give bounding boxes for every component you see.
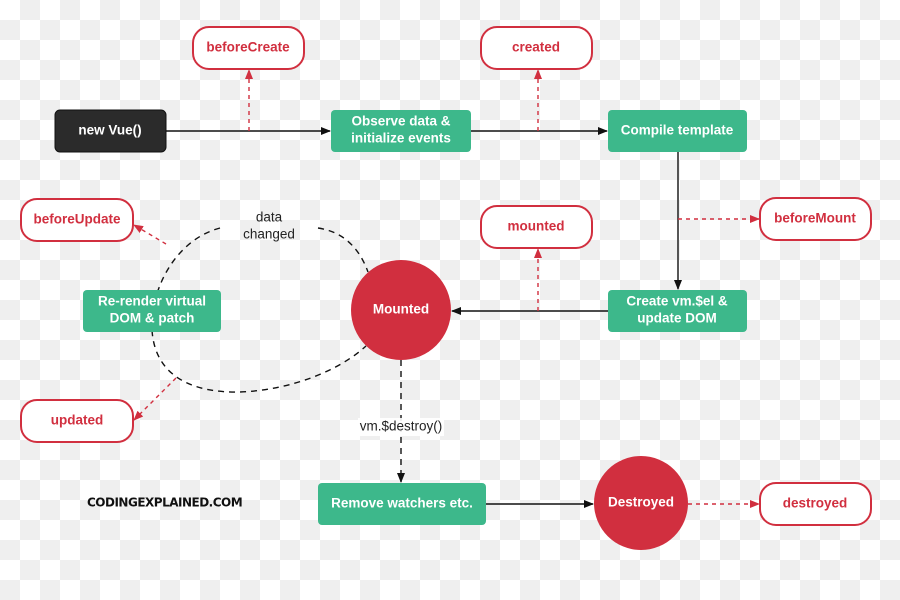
svg-text:Re-render virtual: Re-render virtual	[98, 294, 206, 309]
svg-text:DOM & patch: DOM & patch	[110, 311, 195, 326]
hook-before-update: beforeUpdate	[20, 198, 134, 242]
svg-text:Create vm.$el &: Create vm.$el &	[626, 294, 728, 309]
svg-text:Destroyed: Destroyed	[608, 495, 674, 510]
hook-destroyed: destroyed	[759, 482, 872, 526]
node-observe-data: Observe data & initialize events	[331, 110, 471, 152]
hook-mounted: mounted	[480, 205, 593, 249]
node-rerender: Re-render virtual DOM & patch	[83, 290, 221, 332]
node-create-el: Create vm.$el & update DOM	[608, 290, 747, 332]
svg-text:created: created	[512, 40, 560, 55]
svg-text:beforeUpdate: beforeUpdate	[33, 212, 121, 227]
svg-text:Observe data &: Observe data &	[351, 114, 450, 129]
data-changed-label-line2: changed	[243, 227, 295, 242]
svg-text:beforeMount: beforeMount	[774, 211, 856, 226]
svg-text:new Vue(): new Vue()	[78, 123, 141, 138]
vue-lifecycle-diagram: new Vue() Observe data & initialize even…	[20, 26, 872, 550]
data-changed-label-line1: data	[256, 210, 283, 225]
edge-update-loop-top	[317, 227, 369, 273]
hook-updated: updated	[20, 399, 134, 443]
svg-text:updated: updated	[51, 413, 104, 428]
svg-text:initialize events: initialize events	[351, 131, 451, 146]
hook-before-create: beforeCreate	[192, 26, 305, 70]
node-compile-template: Compile template	[608, 110, 747, 152]
hook-before-mount: beforeMount	[759, 197, 872, 241]
state-mounted: Mounted	[351, 260, 451, 360]
edge-before-update	[133, 224, 167, 245]
svg-text:Compile template: Compile template	[621, 123, 734, 138]
svg-text:destroyed: destroyed	[783, 496, 848, 511]
node-remove-watchers: Remove watchers etc.	[318, 483, 486, 525]
svg-text:update DOM: update DOM	[637, 311, 717, 326]
hook-created: created	[480, 26, 593, 70]
svg-text:Remove watchers etc.: Remove watchers etc.	[331, 496, 473, 511]
svg-text:beforeCreate: beforeCreate	[206, 40, 290, 55]
state-destroyed: Destroyed	[594, 456, 688, 550]
svg-text:Mounted: Mounted	[373, 302, 429, 317]
svg-text:mounted: mounted	[508, 219, 565, 234]
destroy-call-label: vm.$destroy()	[360, 419, 443, 434]
watermark: CODINGEXPLAINED.COM	[87, 496, 242, 510]
edge-updated	[133, 377, 177, 421]
node-new-vue: new Vue()	[54, 109, 167, 153]
